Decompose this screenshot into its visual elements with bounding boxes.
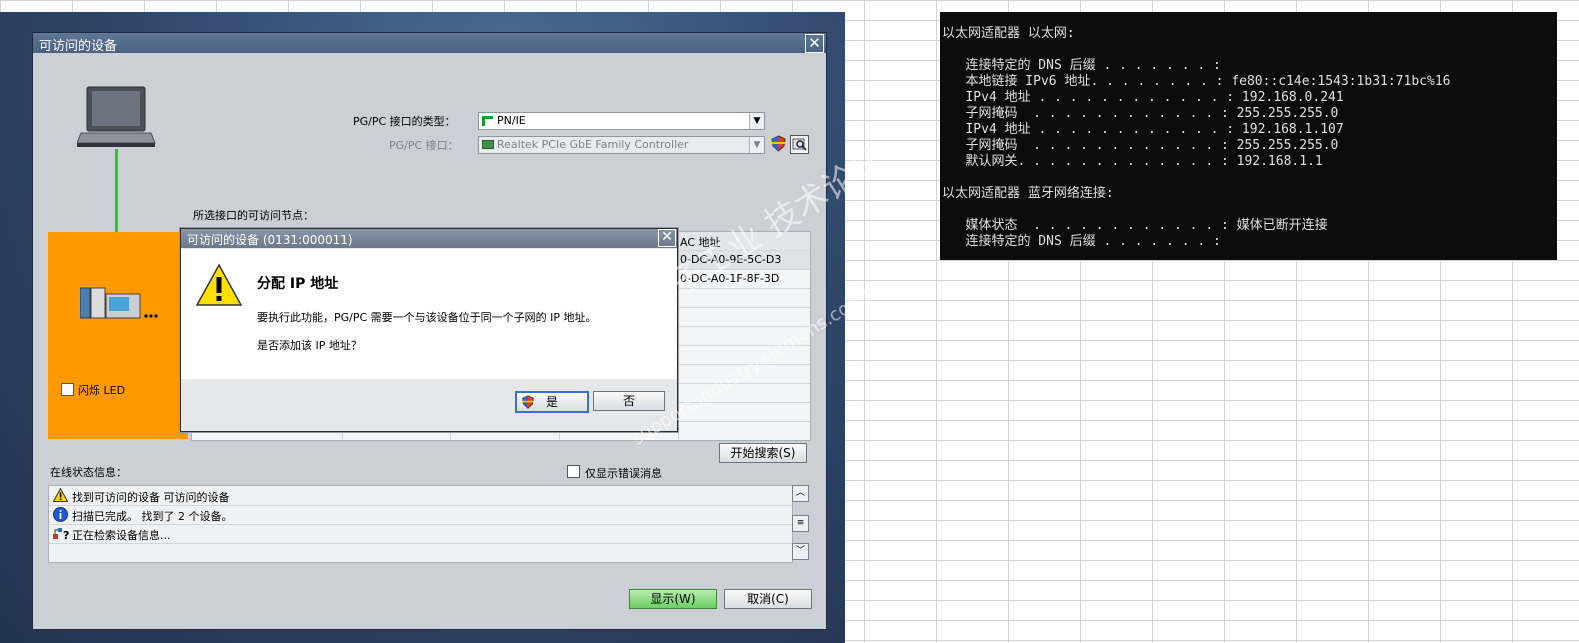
list-item: 扫描已完成。 找到了 2 个设备。 (49, 505, 792, 525)
warning-icon (195, 263, 243, 306)
plc-device-icon (80, 287, 158, 319)
status-text: 正在检索设备信息... (72, 529, 171, 542)
scroll-down-button[interactable]: ﹀ (792, 543, 809, 560)
pgpc-type-label: PG/PC 接口的类型： (353, 115, 456, 128)
popup-close-button[interactable]: ✕ (658, 229, 676, 247)
accessible-nodes-label: 所选接口的可访问节点： (193, 209, 314, 222)
diagnostics-button[interactable] (790, 135, 809, 154)
popup-title: 可访问的设备 (0131:000011) (187, 233, 353, 247)
list-item: ? 正在检索设备信息... (49, 524, 792, 544)
network-card-icon (482, 140, 494, 149)
magnifier-icon (792, 138, 807, 151)
popup-message: 要执行此功能，PG/PC 需要一个与该设备位于同一个子网的 IP 地址。 (257, 311, 597, 324)
popup-title-bar: 可访问的设备 (0131:000011) ✕ (181, 229, 677, 248)
status-text: 找到可访问的设备 可访问的设备 (72, 491, 230, 504)
target-device-panel: 闪烁 LED (48, 232, 188, 439)
terminal-line: 以太网适配器 以太网: (942, 26, 1075, 41)
pgpc-type-value: PN/IE (497, 114, 526, 127)
flash-led-label: 闪烁 LED (78, 384, 126, 397)
retrieving-network-icon: ? (53, 528, 69, 541)
shield-icon (771, 135, 786, 152)
grip-icon: ≡ (796, 518, 805, 528)
list-item: 找到可访问的设备 可访问的设备 (49, 486, 792, 506)
mac-address-cell: 0-DC-A0-9E-5C-D3 (680, 253, 782, 266)
start-search-button[interactable]: 开始搜索(S) (719, 443, 807, 463)
close-icon: ✕ (661, 229, 673, 245)
display-button[interactable]: 显示(W) (629, 589, 717, 609)
properties-shield-button[interactable] (770, 135, 787, 152)
popup-heading: 分配 IP 地址 (257, 276, 339, 292)
yes-button-label: 是 (545, 395, 558, 409)
terminal-line: 以太网适配器 蓝牙网络连接: (942, 186, 1114, 201)
chevron-down-icon: ﹀ (795, 546, 805, 556)
info-icon (53, 507, 68, 522)
online-status-label: 在线状态信息： (50, 466, 127, 479)
warning-icon (53, 488, 68, 502)
pgpc-interface-select[interactable]: Realtek PCIe GbE Family Controller ▼ (478, 136, 765, 154)
shield-icon (522, 395, 534, 409)
terminal-line: 默认网关. . . . . . . . . . . . . : 192.168.… (942, 154, 1323, 169)
column-divider (678, 232, 679, 440)
pgpc-interface-label: PG/PC 接口： (389, 139, 459, 152)
flash-led-checkbox[interactable] (61, 383, 74, 396)
scroll-up-button[interactable]: ︿ (792, 485, 809, 502)
terminal-line: 连接特定的 DNS 后缀 . . . . . . . : (942, 234, 1221, 249)
mac-address-header: AC 地址 (680, 236, 721, 249)
chevron-up-icon: ︿ (795, 488, 805, 498)
mac-address-cell: 0-DC-A0-1F-8F-3D (680, 272, 780, 285)
popup-question: 是否添加该 IP 地址？ (257, 339, 362, 352)
pgpc-interface-value: Realtek PCIe GbE Family Controller (497, 138, 689, 151)
pnie-icon (482, 116, 493, 126)
status-text: 扫描已完成。 找到了 2 个设备。 (72, 510, 233, 523)
dialog-close-button[interactable]: ✕ (805, 34, 824, 53)
svg-text:?: ? (63, 529, 69, 541)
cancel-button[interactable]: 取消(C) (724, 589, 812, 609)
list-item-empty (49, 543, 792, 562)
chevron-down-icon[interactable]: ▼ (749, 113, 764, 129)
pgpc-type-select[interactable]: PN/IE ▼ (478, 112, 765, 130)
pgpc-laptop-icon (77, 86, 156, 147)
yes-button[interactable]: 是 (515, 391, 589, 413)
only-errors-label: 仅显示错误消息 (585, 467, 662, 480)
assign-ip-popup: 可访问的设备 (0131:000011) ✕ 分配 IP 地址 要执行此功能，P… (180, 228, 678, 432)
no-button[interactable]: 否 (593, 391, 665, 411)
dialog-title: 可访问的设备 (39, 39, 118, 54)
chevron-down-icon[interactable]: ▼ (749, 137, 764, 153)
dialog-title-bar: 可访问的设备 ✕ (33, 33, 826, 54)
online-status-list[interactable]: 找到可访问的设备 可访问的设备 扫描已完成。 找到了 2 个设备。 ? 正在检索… (48, 485, 793, 563)
only-errors-checkbox[interactable] (567, 465, 580, 478)
scroll-thumb[interactable]: ≡ (792, 515, 809, 532)
command-prompt-output: 以太网适配器 以太网: 连接特定的 DNS 后缀 . . . . . . . :… (940, 12, 1557, 260)
close-icon: ✕ (808, 34, 821, 52)
